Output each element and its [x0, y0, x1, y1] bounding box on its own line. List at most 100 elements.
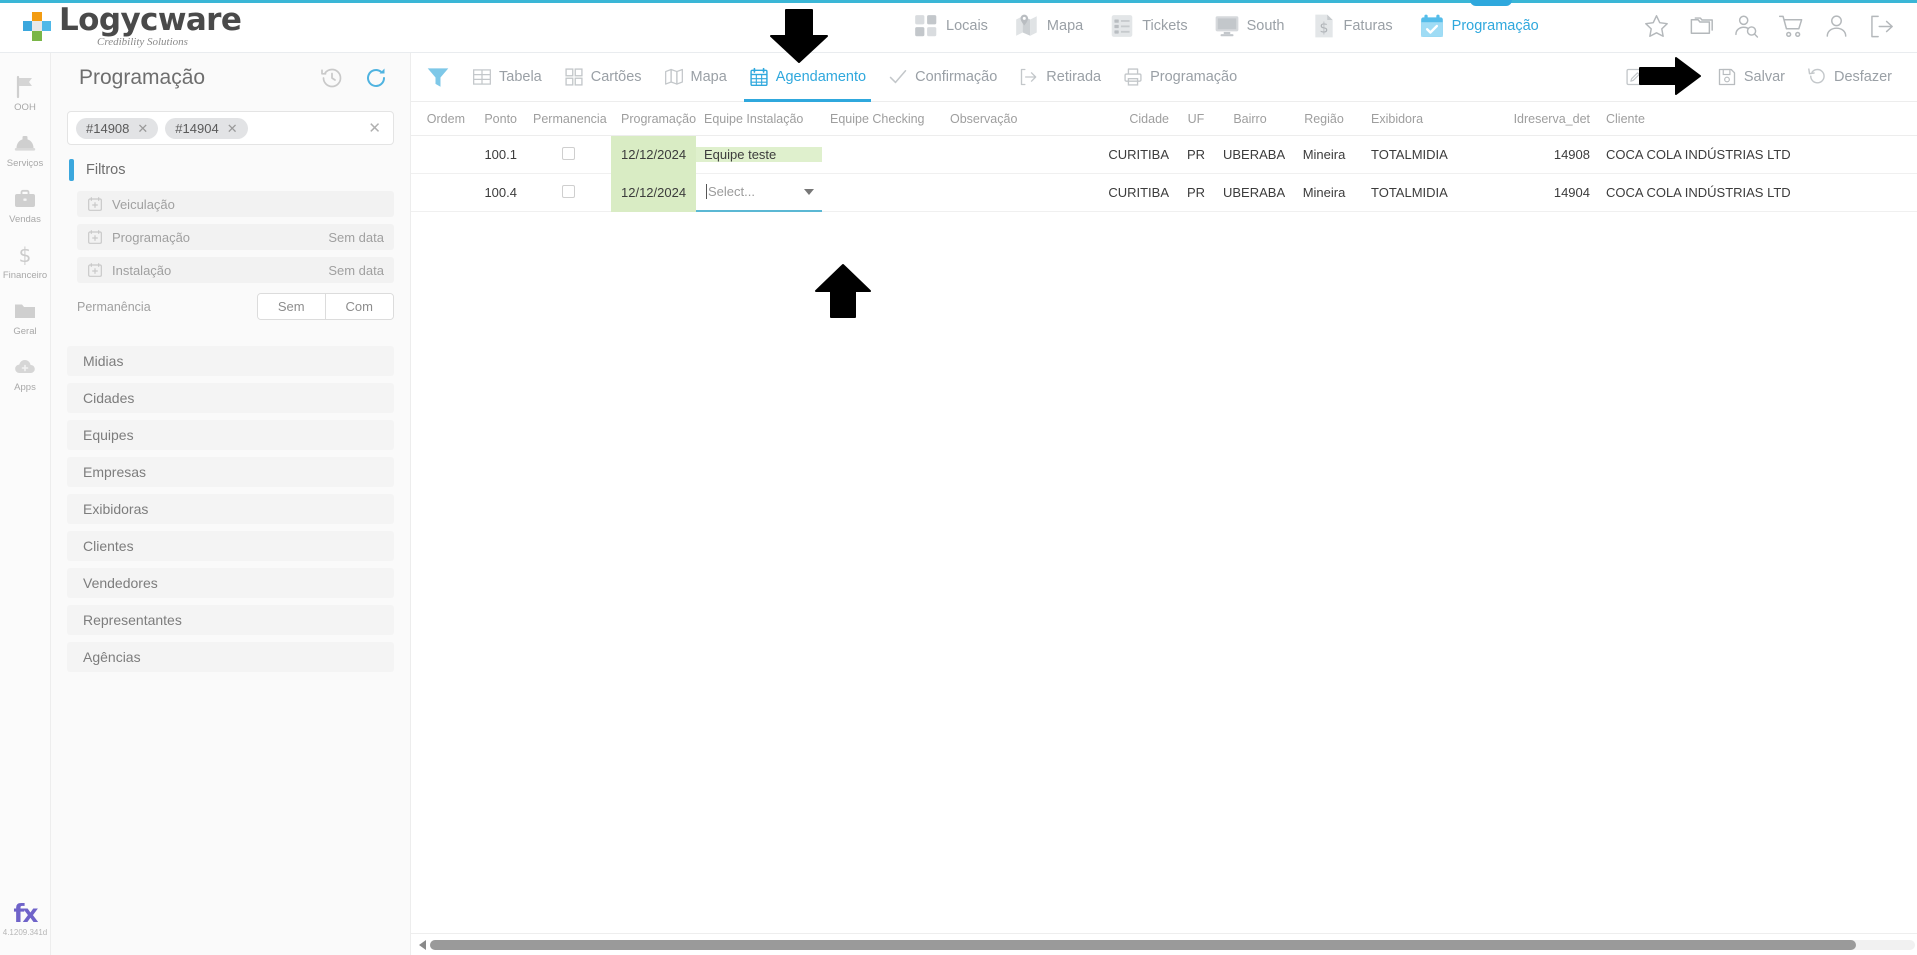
brand-tagline: Credibility Solutions — [97, 35, 188, 48]
cell-programacao[interactable]: 12/12/2024 — [611, 135, 696, 174]
rail-item-financeiro[interactable]: $ Financeiro — [0, 233, 51, 289]
tag-chip[interactable]: #14904 ✕ — [165, 117, 248, 139]
tab-confirmacao[interactable]: Confirmação — [877, 53, 1008, 102]
salvar-button[interactable]: Salvar — [1706, 53, 1796, 102]
logycware-mark-icon — [22, 11, 52, 41]
filter-row-instalacao[interactable]: Instalação Sem data — [77, 257, 394, 283]
horizontal-scrollbar[interactable] — [411, 933, 1917, 955]
tab-label: Confirmação — [915, 69, 998, 85]
calendar-plus-icon — [88, 263, 102, 277]
topnav-item-mapa[interactable]: Mapa — [1001, 9, 1096, 43]
topnav-item-faturas[interactable]: $ Faturas — [1298, 9, 1406, 43]
accordion-agencias[interactable]: Agências — [67, 642, 394, 672]
table-row[interactable]: 100.4 12/12/2024 Select... CURITIBA PR U… — [411, 173, 1917, 212]
tab-mapa[interactable]: Mapa — [653, 53, 738, 102]
tab-agendamento[interactable]: Agendamento — [738, 53, 877, 102]
user-icon[interactable] — [1823, 13, 1850, 40]
tag-remove-icon[interactable]: ✕ — [137, 122, 148, 135]
equipe-instalacao-select[interactable]: Select... — [696, 173, 822, 212]
rail-item-apps[interactable]: Apps — [0, 345, 51, 401]
topnav-item-tickets[interactable]: Tickets — [1096, 9, 1200, 43]
accordion-label: Vendedores — [83, 575, 158, 591]
cell-cidade: CURITIBA — [1108, 185, 1169, 200]
permanencia-checkbox[interactable] — [561, 184, 575, 198]
accordion-vendedores[interactable]: Vendedores — [67, 568, 394, 598]
filter-rows: Veiculação Programação Sem data Instalaç… — [51, 185, 410, 283]
column-header-ordem[interactable]: Ordem — [411, 112, 473, 126]
cell-regiao: Mineira — [1302, 147, 1346, 162]
tab-retirada[interactable]: Retirada — [1008, 53, 1112, 102]
filter-funnel-icon[interactable] — [425, 64, 451, 90]
topnav-item-south[interactable]: South — [1201, 9, 1298, 43]
filtros-section-header[interactable]: Filtros — [67, 159, 394, 181]
accordion-empresas[interactable]: Empresas — [67, 457, 394, 487]
column-header-equipe-instalacao[interactable]: Equipe Instalação — [696, 112, 822, 126]
column-header-equipe-checking[interactable]: Equipe Checking — [822, 112, 942, 126]
column-header-exibidora[interactable]: Exibidora — [1363, 112, 1488, 126]
cell-cliente: COCA COLA INDÚSTRIAS LTD — [1606, 147, 1791, 162]
history-icon[interactable] — [320, 66, 344, 90]
accordion-label: Midias — [83, 353, 124, 369]
active-tab-indicator — [1470, 0, 1512, 6]
filter-panel: Programação #14908 ✕ #14904 ✕ ✕ Filtros … — [51, 53, 411, 955]
logout-icon[interactable] — [1868, 13, 1895, 40]
chevron-down-icon[interactable] — [804, 188, 814, 195]
tab-tabela[interactable]: Tabela — [461, 53, 553, 102]
alterar-button[interactable]: Alterar — [1614, 53, 1706, 102]
star-icon[interactable] — [1643, 13, 1670, 40]
refresh-icon[interactable] — [364, 66, 388, 90]
topnav-label-programacao: Programação — [1451, 18, 1539, 34]
folders-icon[interactable] — [1688, 13, 1715, 40]
tag-chip[interactable]: #14908 ✕ — [76, 117, 159, 139]
column-header-bairro[interactable]: Bairro — [1215, 112, 1285, 126]
topnav-item-locais[interactable]: Locais — [900, 9, 1001, 43]
accordion-list: Midias Cidades Equipes Empresas Exibidor… — [51, 346, 410, 672]
column-header-uf[interactable]: UF — [1177, 112, 1215, 126]
permanencia-option-com[interactable]: Com — [324, 294, 393, 319]
svg-text:$: $ — [19, 243, 32, 267]
table-row[interactable]: 100.1 12/12/2024 Equipe teste CURITIBA P… — [411, 135, 1917, 174]
accordion-exibidoras[interactable]: Exibidoras — [67, 494, 394, 524]
brand-logo[interactable]: Logycware Credibility Solutions — [0, 4, 300, 48]
scrollbar-track[interactable] — [430, 939, 1915, 950]
tag-remove-icon[interactable]: ✕ — [227, 122, 238, 135]
selected-tags-box[interactable]: #14908 ✕ #14904 ✕ ✕ — [67, 111, 394, 145]
permanencia-option-sem[interactable]: Sem — [257, 294, 325, 319]
column-header-cliente[interactable]: Cliente — [1598, 112, 1858, 126]
accordion-representantes[interactable]: Representantes — [67, 605, 394, 635]
filter-row-veiculacao[interactable]: Veiculação — [77, 191, 394, 217]
cell-programacao[interactable]: 12/12/2024 — [611, 173, 696, 212]
page-title: Programação — [79, 66, 206, 89]
app-root: Logycware Credibility Solutions Locais M… — [0, 0, 1917, 955]
column-header-programacao[interactable]: Programação — [611, 112, 696, 126]
filter-row-programacao[interactable]: Programação Sem data — [77, 224, 394, 250]
column-header-permanencia[interactable]: Permanencia — [525, 112, 611, 126]
column-header-observacao[interactable]: Observação — [942, 112, 1082, 126]
rail-item-geral[interactable]: Geral — [0, 289, 51, 345]
rail-label-vendas: Vendas — [9, 214, 41, 225]
tab-cartoes[interactable]: Cartões — [553, 53, 653, 102]
accordion-cidades[interactable]: Cidades — [67, 383, 394, 413]
cell-equipe-instalacao[interactable]: Equipe teste — [696, 147, 822, 162]
scrollbar-thumb[interactable] — [430, 939, 1856, 950]
cart-icon[interactable] — [1778, 13, 1805, 40]
clear-all-tags-icon[interactable]: ✕ — [368, 119, 385, 137]
topnav-label-south: South — [1246, 18, 1285, 34]
permanencia-checkbox[interactable] — [561, 146, 575, 160]
column-header-idreserva[interactable]: Idreserva_det — [1488, 112, 1598, 126]
desfazer-button[interactable]: Desfazer — [1796, 53, 1903, 102]
rail-item-vendas[interactable]: Vendas — [0, 177, 51, 233]
scroll-left-arrow-icon[interactable] — [419, 939, 426, 950]
accordion-midias[interactable]: Midias — [67, 346, 394, 376]
tab-programacao[interactable]: Programação — [1112, 53, 1248, 102]
column-header-ponto[interactable]: Ponto — [473, 112, 525, 126]
accordion-clientes[interactable]: Clientes — [67, 531, 394, 561]
accordion-equipes[interactable]: Equipes — [67, 420, 394, 450]
column-header-regiao[interactable]: Região — [1285, 112, 1363, 126]
rail-item-ooh[interactable]: OOH — [0, 65, 51, 121]
rail-item-servicos[interactable]: Serviços — [0, 121, 51, 177]
user-search-icon[interactable] — [1733, 13, 1760, 40]
column-header-cidade[interactable]: Cidade — [1082, 112, 1177, 126]
accordion-label: Equipes — [83, 427, 134, 443]
topnav-item-programacao[interactable]: Programação — [1406, 9, 1552, 43]
